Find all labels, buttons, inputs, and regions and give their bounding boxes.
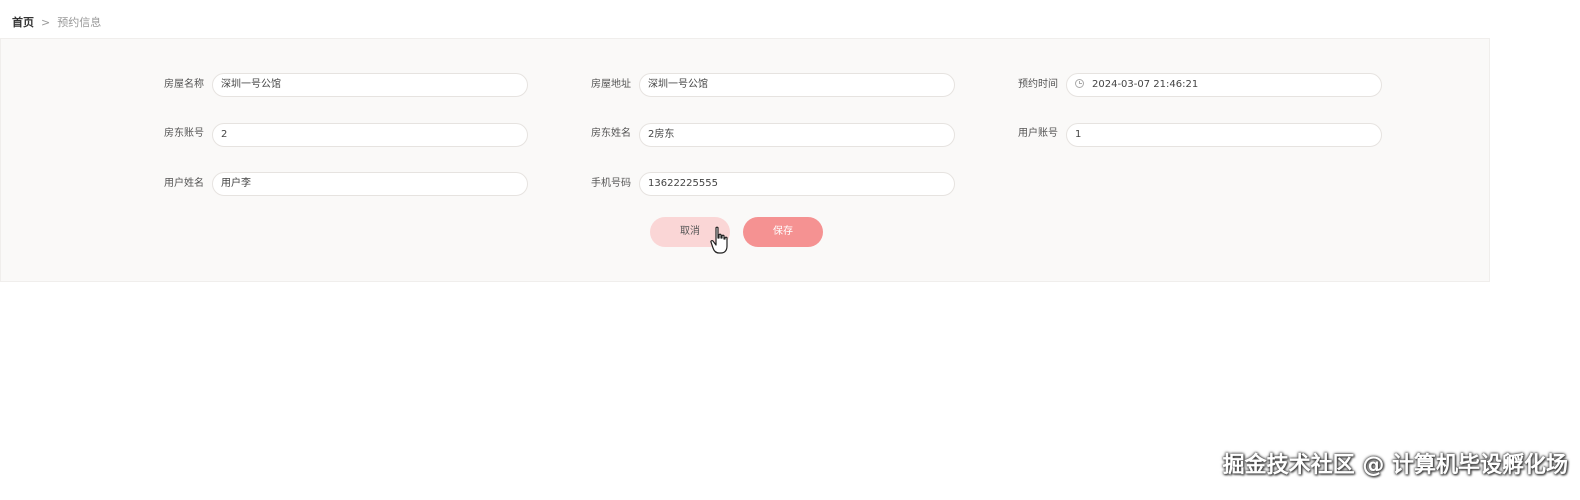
clock-icon: [1075, 78, 1084, 88]
user-account-input[interactable]: 1: [1066, 123, 1382, 147]
breadcrumb-home[interactable]: 首页: [12, 16, 34, 29]
landlord-account-input[interactable]: 2: [212, 123, 528, 147]
watermark-text: 掘金技术社区 @ 计算机毕设孵化场: [1222, 453, 1568, 478]
booking-time-value: 2024-03-07 21:46:21: [1092, 79, 1199, 90]
user-account-label: 用户账号: [1018, 128, 1058, 139]
landlord-account-label: 房东账号: [164, 128, 204, 139]
booking-time-label: 预约时间: [1018, 79, 1058, 90]
save-button[interactable]: 保存: [743, 217, 823, 247]
house-address-input[interactable]: 深圳一号公馆: [639, 73, 955, 97]
phone-label: 手机号码: [591, 178, 631, 189]
breadcrumb-separator: >: [41, 16, 51, 29]
breadcrumb: 首页 > 预约信息: [12, 16, 101, 30]
breadcrumb-current: 预约信息: [57, 16, 102, 29]
landlord-name-label: 房东姓名: [591, 128, 631, 139]
house-name-label: 房屋名称: [164, 79, 204, 90]
house-address-label: 房屋地址: [591, 79, 631, 90]
phone-input[interactable]: 13622225555: [639, 172, 955, 196]
page: 首页 > 预约信息 房屋名称 深圳一号公馆 房屋地址 深圳一号公馆 预约时间 202…: [0, 0, 1580, 500]
landlord-name-input[interactable]: 2房东: [639, 123, 955, 147]
user-name-label: 用户姓名: [164, 178, 204, 189]
hand-cursor-icon: [710, 226, 728, 254]
booking-time-input[interactable]: 2024-03-07 21:46:21: [1066, 73, 1382, 97]
house-name-input[interactable]: 深圳一号公馆: [212, 73, 528, 97]
user-name-input[interactable]: 用户李: [212, 172, 528, 196]
